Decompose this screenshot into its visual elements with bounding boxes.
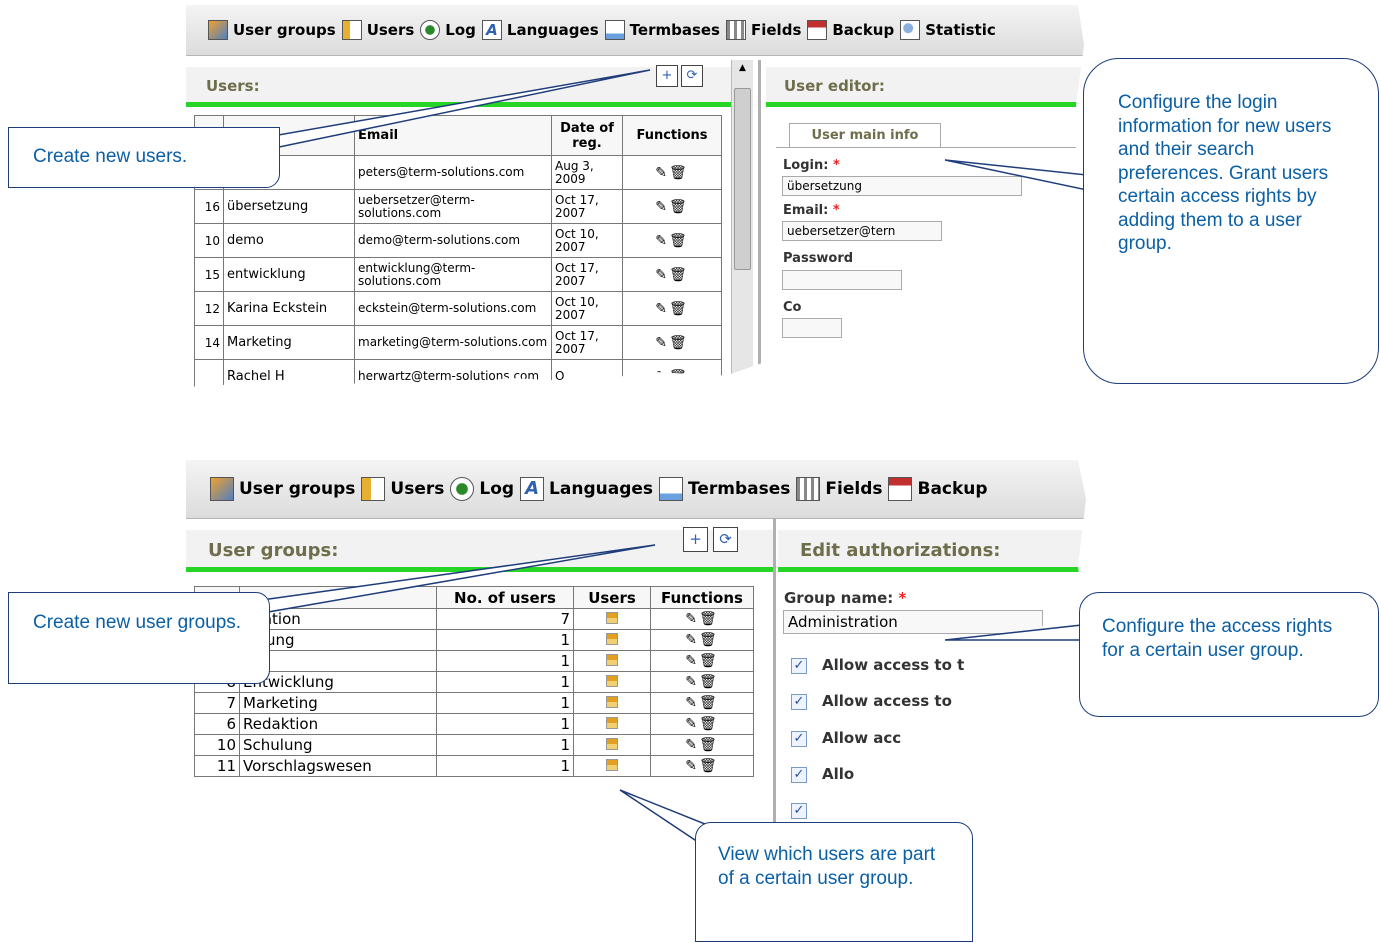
pointer-login-info <box>944 159 1088 191</box>
pointer-create-users <box>248 69 651 153</box>
callout-create-groups: Create new user groups. <box>8 592 270 684</box>
callout-access-rights: Configure the access rights for a certai… <box>1079 592 1379 717</box>
callout-create-users: Create new users. <box>8 127 280 188</box>
pointer-access-rights <box>944 624 1083 641</box>
callout-login-info: Configure the login information for new … <box>1083 58 1379 384</box>
callout-view-users: View which users are part of a certain u… <box>695 822 973 942</box>
pointer-create-groups <box>260 544 656 613</box>
